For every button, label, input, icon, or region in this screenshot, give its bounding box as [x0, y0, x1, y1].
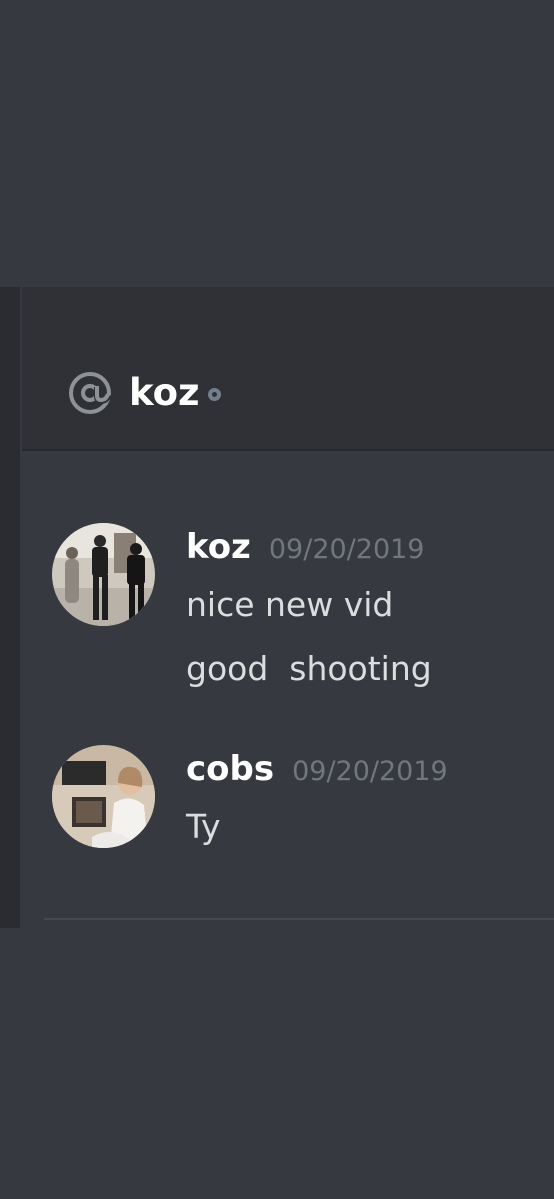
- avatar-image: [52, 523, 155, 626]
- avatar-image: [52, 745, 155, 848]
- avatar[interactable]: [52, 523, 155, 626]
- at-icon: [69, 372, 112, 414]
- message-text: Ty: [186, 807, 221, 846]
- message-list: koz 09/20/2019 nice new vid good shooting: [22, 453, 554, 923]
- username[interactable]: koz: [186, 527, 251, 567]
- message-text: nice new vid: [186, 585, 394, 624]
- message-header: cobs 09/20/2019: [186, 749, 448, 789]
- divider: [44, 918, 554, 920]
- message-text: good shooting: [186, 649, 432, 688]
- username[interactable]: cobs: [186, 749, 274, 789]
- timestamp: 09/20/2019: [292, 756, 448, 787]
- channel-header: koz: [22, 287, 554, 451]
- timestamp: 09/20/2019: [268, 534, 425, 565]
- channel-title: koz: [129, 371, 200, 414]
- message-header: koz 09/20/2019: [186, 527, 424, 567]
- status-dot-icon: [208, 388, 221, 401]
- left-rail: [0, 287, 20, 928]
- avatar[interactable]: [52, 745, 155, 848]
- chat-screen: koz koz 09/20/2019 nice new vid good sho…: [0, 0, 554, 1199]
